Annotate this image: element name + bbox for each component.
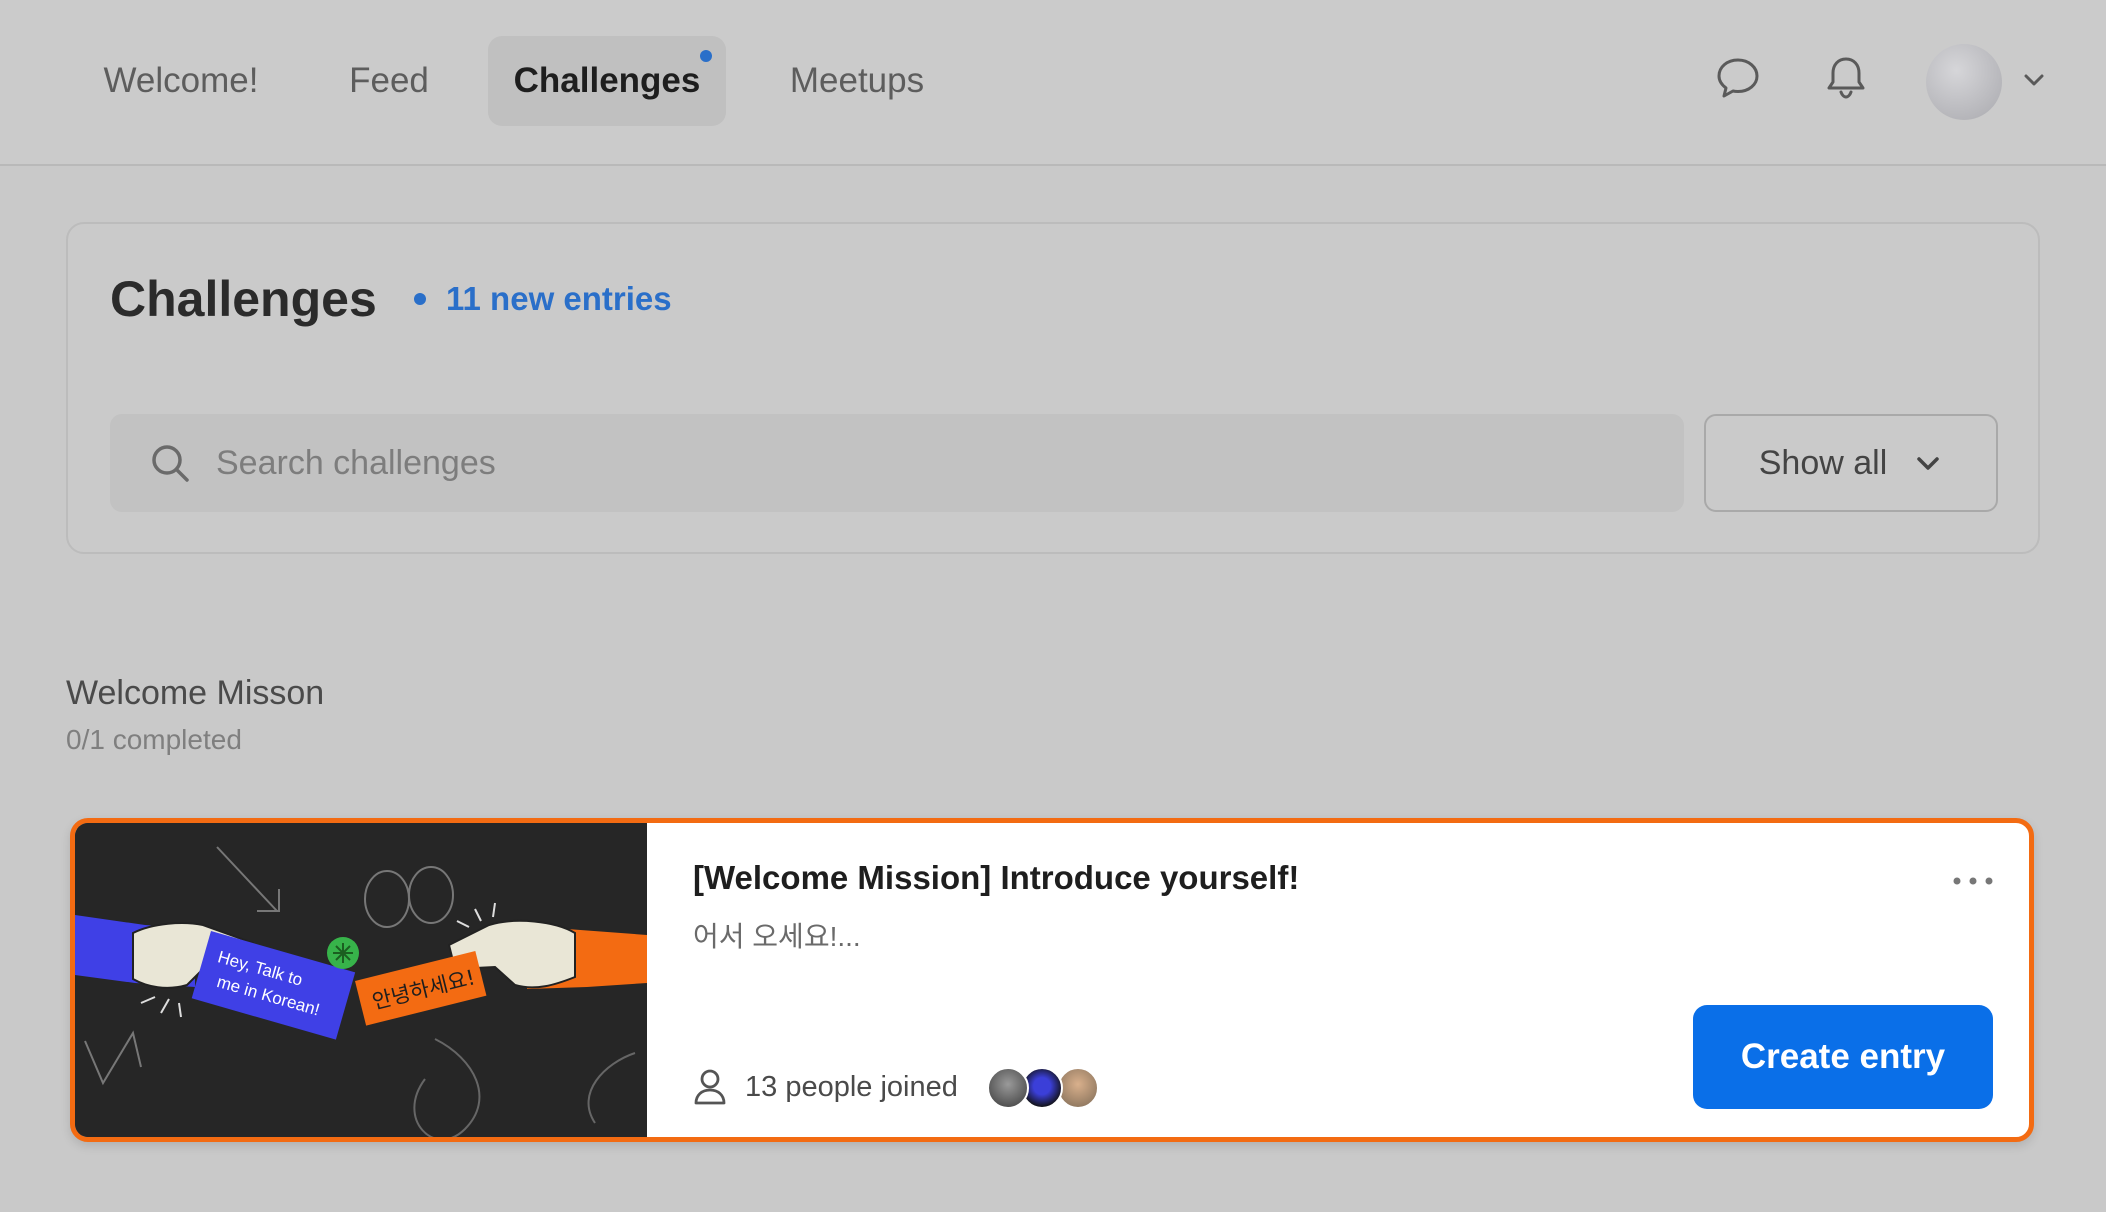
person-icon — [694, 1069, 726, 1105]
tab-challenges-label: Challenges — [513, 61, 701, 100]
tab-feed-label: Feed — [349, 61, 429, 100]
new-entries-dot — [414, 293, 426, 305]
challenge-title[interactable]: [Welcome Mission] Introduce yourself! — [693, 859, 1299, 897]
tab-meetups-label: Meetups — [789, 61, 925, 100]
create-entry-label: Create entry — [1740, 1037, 1946, 1076]
participants-count: 13 people joined — [693, 1069, 958, 1105]
participants-label: 13 people joined — [745, 1070, 958, 1103]
participant-avatar — [987, 1067, 1029, 1109]
search-input[interactable] — [216, 443, 1616, 483]
section-progress: 0/1 completed — [66, 724, 242, 755]
tab-welcome-label: Welcome! — [103, 61, 259, 100]
section-title: Welcome Misson — [66, 674, 325, 712]
more-options-icon[interactable] — [1951, 871, 1995, 891]
challenge-illustration: Hey, Talk to me in Korean! 안녕하세요! — [75, 823, 647, 1137]
search-icon — [152, 445, 189, 482]
filter-dropdown[interactable]: Show all — [1704, 414, 1998, 512]
user-avatar[interactable] — [1926, 44, 2002, 120]
bell-icon[interactable] — [1818, 50, 1874, 106]
search-bar — [110, 414, 1684, 512]
filter-dropdown-label: Show all — [1758, 443, 1888, 482]
challenge-card[interactable]: Hey, Talk to me in Korean! 안녕하세요! [Welco… — [70, 818, 2034, 1142]
tab-welcome[interactable]: Welcome! — [78, 36, 284, 126]
top-navigation: Welcome! Feed Challenges Meetups — [0, 0, 2106, 166]
new-entries-link[interactable]: 11 new entries — [414, 280, 672, 318]
new-activity-indicator — [700, 50, 712, 62]
page-title: Challenges — [110, 271, 377, 327]
new-entries-label: 11 new entries — [446, 280, 672, 317]
chat-bubble-icon[interactable] — [1710, 50, 1766, 106]
tab-feed[interactable]: Feed — [330, 36, 448, 126]
participant-avatar — [1057, 1067, 1099, 1109]
create-entry-button[interactable]: Create entry — [1693, 1005, 1993, 1109]
challenges-panel: Challenges 11 new entries Show all — [66, 222, 2040, 554]
challenge-description: 어서 오세요!... — [693, 921, 861, 952]
chevron-down-icon[interactable] — [2018, 64, 2050, 96]
tab-challenges[interactable]: Challenges — [488, 36, 726, 126]
tab-meetups[interactable]: Meetups — [768, 36, 946, 126]
chevron-down-icon — [1917, 457, 1939, 470]
participant-avatars — [987, 1067, 1107, 1109]
